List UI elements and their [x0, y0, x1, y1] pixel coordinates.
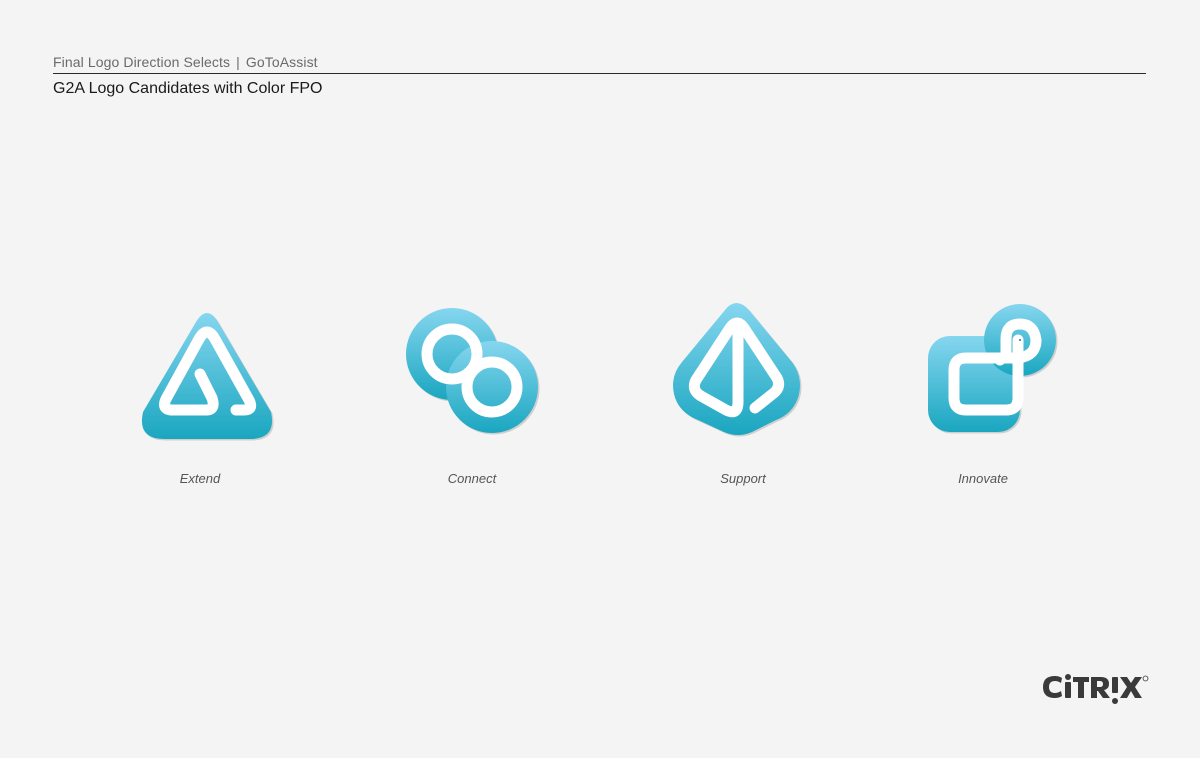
innovate-logo-icon: [928, 304, 1058, 434]
extend-caption: Extend: [179, 471, 221, 486]
header-subtitle-left: Final Logo Direction Selects: [53, 54, 231, 70]
support-logo-icon: [673, 303, 802, 437]
header-divider: [53, 73, 1146, 74]
connect-logo-icon: [406, 308, 540, 435]
extend-logo-icon: [141, 313, 274, 441]
citrix-logo: [1043, 674, 1149, 704]
header-subtitle-separator: |: [236, 54, 240, 70]
support-caption: Support: [720, 471, 766, 486]
header-subtitle: Final Logo Direction Selects | GoToAssist: [53, 54, 318, 70]
connect-caption: Connect: [447, 471, 497, 486]
page-title: G2A Logo Candidates with Color FPO: [53, 80, 323, 97]
innovate-caption: Innovate: [958, 471, 1008, 486]
header-subtitle-right: GoToAssist: [245, 54, 318, 70]
